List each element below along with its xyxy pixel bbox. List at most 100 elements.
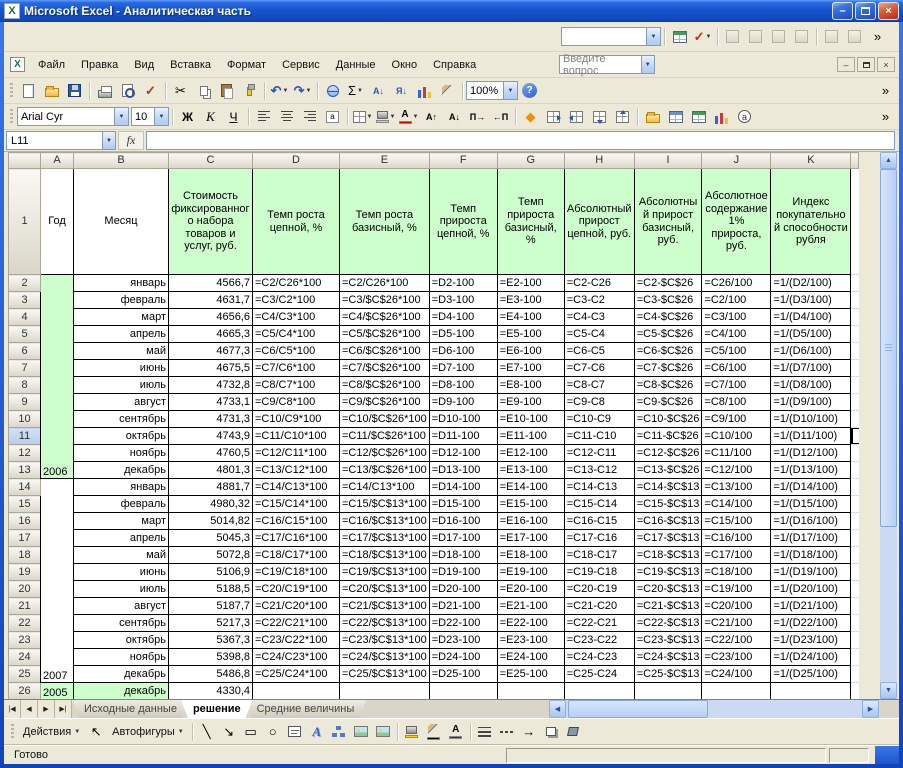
cell-B17[interactable]: апрель <box>74 530 169 547</box>
cell-C2[interactable]: 4566,7 <box>169 275 253 292</box>
row-header-7[interactable]: 7 <box>9 360 41 377</box>
cell-B6[interactable]: май <box>74 343 169 360</box>
diamond-button[interactable]: ◆ <box>519 106 542 128</box>
row-header-5[interactable]: 5 <box>9 326 41 343</box>
cell-J23[interactable]: =C22/100 <box>702 632 771 649</box>
cell-D4[interactable]: =C4/C3*100 <box>253 309 340 326</box>
cell-L8-partial[interactable] <box>851 377 859 394</box>
cell-J25[interactable]: =C24/100 <box>702 666 771 683</box>
cell-B19[interactable]: июнь <box>74 564 169 581</box>
chevron-down-icon[interactable]: ▼ <box>154 108 168 125</box>
cell-F21[interactable]: =D21-100 <box>429 598 497 615</box>
sheet-tab-averages[interactable]: Средние величины <box>245 700 367 718</box>
cell-B13[interactable]: декабрь <box>74 462 169 479</box>
row-header-3[interactable]: 3 <box>9 292 41 309</box>
column-header-B[interactable]: B <box>74 153 169 169</box>
cell-K26[interactable] <box>771 683 851 700</box>
select-all-button[interactable] <box>9 153 41 169</box>
cell-L1-partial[interactable] <box>851 169 859 275</box>
cell-C12[interactable]: 4760,5 <box>169 445 253 462</box>
table-button[interactable] <box>668 26 691 48</box>
cell-L18-partial[interactable] <box>851 547 859 564</box>
cell-D3[interactable]: =C3/C2*100 <box>253 292 340 309</box>
cell-H24[interactable]: =C24-C23 <box>564 649 634 666</box>
row-header-21[interactable]: 21 <box>9 598 41 615</box>
text-box-button[interactable] <box>284 722 306 742</box>
cell-K20[interactable]: =1/(D20/100) <box>771 581 851 598</box>
menu-help[interactable]: Справка <box>425 56 484 74</box>
cell-C26[interactable]: 4330,4 <box>169 683 253 700</box>
cell-G18[interactable]: =E18-100 <box>497 547 564 564</box>
column-header-A[interactable]: A <box>41 153 74 169</box>
cell-D5[interactable]: =C5/C4*100 <box>253 326 340 343</box>
cell-A14[interactable]: 2007 <box>41 479 74 683</box>
cell-E11[interactable]: =C11/$C$26*100 <box>340 428 430 445</box>
hyperlink-button[interactable] <box>321 80 344 102</box>
cell-H10[interactable]: =C10-C9 <box>564 411 634 428</box>
cell-J9[interactable]: =C8/100 <box>702 394 771 411</box>
cell-L21-partial[interactable] <box>851 598 859 615</box>
autosum-button[interactable]: Σ▼ <box>344 80 367 102</box>
cell-K4[interactable]: =1/(D4/100) <box>771 309 851 326</box>
vertical-scroll-track[interactable] <box>880 169 897 682</box>
row-header-14[interactable]: 14 <box>9 479 41 496</box>
menu-data[interactable]: Данные <box>328 56 384 74</box>
cell-G8[interactable]: =E8-100 <box>497 377 564 394</box>
new-document-button[interactable] <box>17 80 40 102</box>
cell-E25[interactable]: =C25/$C$13*100 <box>340 666 430 683</box>
cell-H22[interactable]: =C22-C21 <box>564 615 634 632</box>
cell-L26-partial[interactable] <box>851 683 859 700</box>
workbook-restore-button[interactable] <box>857 57 875 72</box>
cell-H19[interactable]: =C19-C18 <box>564 564 634 581</box>
cell-C14[interactable]: 4881,7 <box>169 479 253 496</box>
cell-F7[interactable]: =D7-100 <box>429 360 497 377</box>
cell-F18[interactable]: =D18-100 <box>429 547 497 564</box>
minimize-button[interactable]: – <box>832 2 853 20</box>
cell-D12[interactable]: =C12/C11*100 <box>253 445 340 462</box>
chart-sheet-button[interactable] <box>710 106 733 128</box>
cell-L11-partial[interactable] <box>851 428 859 445</box>
cell-F22[interactable]: =D22-100 <box>429 615 497 632</box>
cell-H3[interactable]: =C3-C2 <box>564 292 634 309</box>
row-header-2[interactable]: 2 <box>9 275 41 292</box>
cell-L13-partial[interactable] <box>851 462 859 479</box>
cell-L19-partial[interactable] <box>851 564 859 581</box>
cell-H25[interactable]: =C25-C24 <box>564 666 634 683</box>
row-header-11[interactable]: 11 <box>9 428 41 445</box>
column-header-H[interactable]: H <box>564 153 634 169</box>
cell-B11[interactable]: октябрь <box>74 428 169 445</box>
cell-D26[interactable] <box>253 683 340 700</box>
cell-K22[interactable]: =1/(D22/100) <box>771 615 851 632</box>
wordart-button[interactable]: А <box>306 722 328 742</box>
cell-G16[interactable]: =E16-100 <box>497 513 564 530</box>
cell-F25[interactable]: =D25-100 <box>429 666 497 683</box>
cell-I2[interactable]: =C2-$C$26 <box>634 275 702 292</box>
cell-K23[interactable]: =1/(D23/100) <box>771 632 851 649</box>
menu-view[interactable]: Вид <box>126 56 162 74</box>
autocorrect-button[interactable]: а <box>733 106 756 128</box>
cell-K18[interactable]: =1/(D18/100) <box>771 547 851 564</box>
name-box[interactable]: L11 <box>6 131 102 150</box>
shape-fill-color-button[interactable] <box>401 722 423 742</box>
cell-E12[interactable]: =C12/$C$26*100 <box>340 445 430 462</box>
cell-E22[interactable]: =C22/$C$13*100 <box>340 615 430 632</box>
cell-H13[interactable]: =C13-C12 <box>564 462 634 479</box>
row-header-17[interactable]: 17 <box>9 530 41 547</box>
cell-D10[interactable]: =C10/C9*100 <box>253 411 340 428</box>
select-objects-button[interactable]: ↖ <box>85 722 107 742</box>
cell-B20[interactable]: июль <box>74 581 169 598</box>
disabled-button-4[interactable] <box>790 26 813 48</box>
folder-button[interactable] <box>641 106 664 128</box>
scroll-left-button[interactable]: ◀ <box>549 700 566 718</box>
align-right-button[interactable] <box>298 106 321 128</box>
cell-D23[interactable]: =C23/C22*100 <box>253 632 340 649</box>
cell-F9[interactable]: =D9-100 <box>429 394 497 411</box>
vertical-scrollbar[interactable]: ▲ ▼ <box>880 152 897 699</box>
cell-B18[interactable]: май <box>74 547 169 564</box>
chevron-down-icon[interactable]: ▼ <box>646 28 660 45</box>
cell-E7[interactable]: =C7/$C$26*100 <box>340 360 430 377</box>
cell-I14[interactable]: =C14-$C$13 <box>634 479 702 496</box>
cell-F1[interactable]: Темп прироста цепной, % <box>429 169 497 275</box>
cell-J22[interactable]: =C21/100 <box>702 615 771 632</box>
cell-G10[interactable]: =E10-100 <box>497 411 564 428</box>
